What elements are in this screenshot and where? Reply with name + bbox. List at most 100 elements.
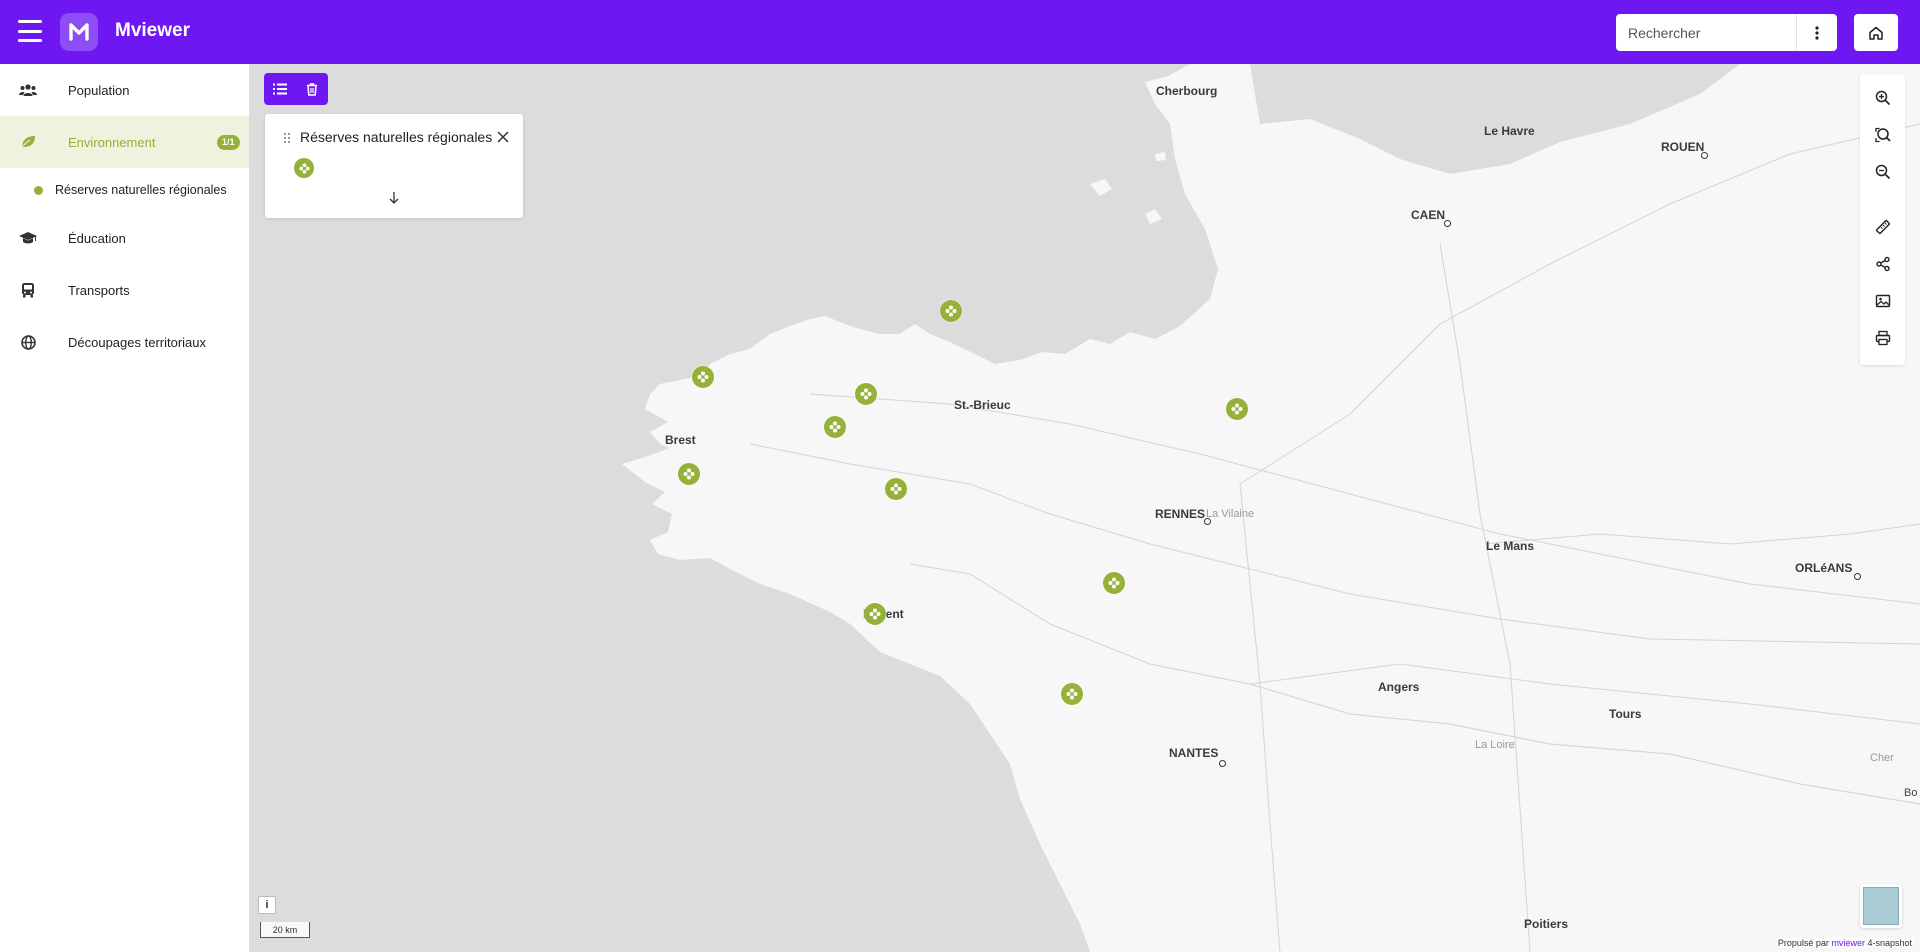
city-marker (1444, 220, 1451, 227)
flower-icon (1108, 577, 1120, 589)
legend-layer-title: Réserves naturelles régionales (300, 129, 493, 145)
ruler-icon (1875, 219, 1890, 235)
logo-icon (69, 23, 89, 41)
city-label: Bo (1904, 787, 1918, 799)
bus-icon (19, 281, 37, 299)
reserve-marker[interactable] (1226, 398, 1248, 420)
share-button[interactable] (1860, 249, 1905, 279)
zoom-in-icon (1875, 90, 1890, 106)
flower-icon (298, 162, 310, 174)
flower-icon (697, 371, 709, 383)
city-label: Le Havre (1484, 124, 1535, 138)
search-options-button[interactable] (1797, 14, 1837, 51)
layer-active-dot (34, 185, 43, 195)
sidebar-item-transports[interactable]: Transports (0, 264, 249, 316)
sidebar-item-education[interactable]: Éducation (0, 212, 249, 264)
close-icon[interactable] (495, 129, 511, 145)
sidebar-item-environnement[interactable]: Environnement 1/1 (0, 116, 249, 168)
sidebar-item-label: Découpages territoriaux (68, 334, 207, 350)
city-marker (1701, 152, 1708, 159)
zoom-extent-button[interactable] (1860, 120, 1905, 150)
river-label: La Loire (1475, 739, 1515, 751)
export-image-button[interactable] (1860, 286, 1905, 316)
share-icon (1875, 256, 1890, 272)
drag-handle-icon[interactable] (283, 132, 291, 144)
sidebar-item-label: Population (68, 82, 130, 98)
river-label: Cher (1870, 752, 1894, 764)
reserve-marker[interactable] (692, 366, 714, 388)
layer-count-badge: 1/1 (217, 135, 240, 150)
layer-item-label: Réserves naturelles régionales (55, 183, 227, 197)
attribution-suffix: 4-snapshot (1867, 938, 1912, 948)
city-label: Le Mans (1486, 539, 1535, 553)
city-label: RENNES (1155, 507, 1206, 521)
legend-list-button[interactable] (264, 73, 296, 105)
city-label: ORLéANS (1795, 561, 1853, 575)
search-box (1616, 14, 1837, 51)
map-canvas[interactable]: Cherbourg Le Havre ROUEN CAEN St.-Brieuc… (250, 64, 1920, 952)
reserve-marker[interactable] (855, 383, 877, 405)
map-tools (1860, 74, 1905, 365)
reserve-marker[interactable] (1103, 572, 1125, 594)
legend-panel: Réserves naturelles régionales (265, 114, 523, 218)
city-label: NANTES (1169, 746, 1219, 760)
trash-icon (307, 82, 317, 96)
sidebar-item-label: Éducation (68, 230, 126, 246)
arrow-down-icon[interactable] (388, 191, 400, 205)
overview-map-button[interactable] (1860, 884, 1902, 928)
layer-item-reserves-naturelles[interactable]: Réserves naturelles régionales (0, 168, 249, 212)
sidebar-item-label: Environnement (68, 134, 156, 150)
city-label: ROUEN (1661, 140, 1705, 154)
reserve-marker[interactable] (864, 603, 886, 625)
city-marker (1854, 573, 1861, 580)
zoom-out-icon (1875, 164, 1890, 180)
home-button[interactable] (1854, 14, 1898, 51)
attribution: Propulsé par mviewer 4-snapshot (1775, 938, 1914, 948)
zoom-out-button[interactable] (1860, 157, 1905, 187)
image-icon (1875, 294, 1890, 308)
city-label: Poitiers (1524, 917, 1569, 931)
menu-icon[interactable] (18, 20, 42, 42)
reserve-marker[interactable] (885, 478, 907, 500)
reserve-marker[interactable] (824, 416, 846, 438)
flower-icon (683, 468, 695, 480)
graduation-cap-icon (19, 229, 37, 247)
users-icon (19, 81, 37, 99)
city-label: Tours (1609, 707, 1642, 721)
clear-layers-button[interactable] (296, 73, 328, 105)
flower-icon (890, 483, 902, 495)
city-label: St.-Brieuc (954, 398, 1011, 412)
city-label: Brest (665, 433, 696, 447)
sidebar-item-label: Transports (68, 282, 130, 298)
city-label: Cherbourg (1156, 84, 1218, 98)
flower-icon (1066, 688, 1078, 700)
list-icon (273, 83, 287, 95)
print-button[interactable] (1860, 323, 1905, 353)
zoom-in-button[interactable] (1860, 83, 1905, 113)
search-input[interactable] (1616, 14, 1796, 51)
flower-icon (860, 388, 872, 400)
home-icon (1869, 26, 1883, 40)
flower-icon (869, 608, 881, 620)
sidebar: Population Environnement 1/1 Réserves na… (0, 64, 250, 952)
measure-button[interactable] (1860, 212, 1905, 242)
globe-icon (19, 333, 37, 351)
reserve-marker[interactable] (940, 300, 962, 322)
attribution-prefix: Propulsé par (1777, 938, 1829, 948)
app-title: Mviewer (115, 20, 190, 41)
reserve-marker[interactable] (678, 463, 700, 485)
city-marker (1219, 760, 1226, 767)
legend-symbol (294, 158, 314, 178)
flower-icon (945, 305, 957, 317)
sidebar-item-population[interactable]: Population (0, 64, 249, 116)
sidebar-item-decoupages[interactable]: Découpages territoriaux (0, 316, 249, 368)
more-vertical-icon (1815, 25, 1819, 40)
info-button[interactable]: i (258, 896, 276, 914)
city-label: CAEN (1411, 208, 1446, 222)
city-label: Angers (1378, 680, 1420, 694)
reserve-marker[interactable] (1061, 683, 1083, 705)
scale-bar: 20 km (260, 922, 310, 938)
attribution-link[interactable]: mviewer (1831, 938, 1865, 948)
leaf-icon (19, 133, 37, 151)
print-icon (1875, 330, 1890, 346)
